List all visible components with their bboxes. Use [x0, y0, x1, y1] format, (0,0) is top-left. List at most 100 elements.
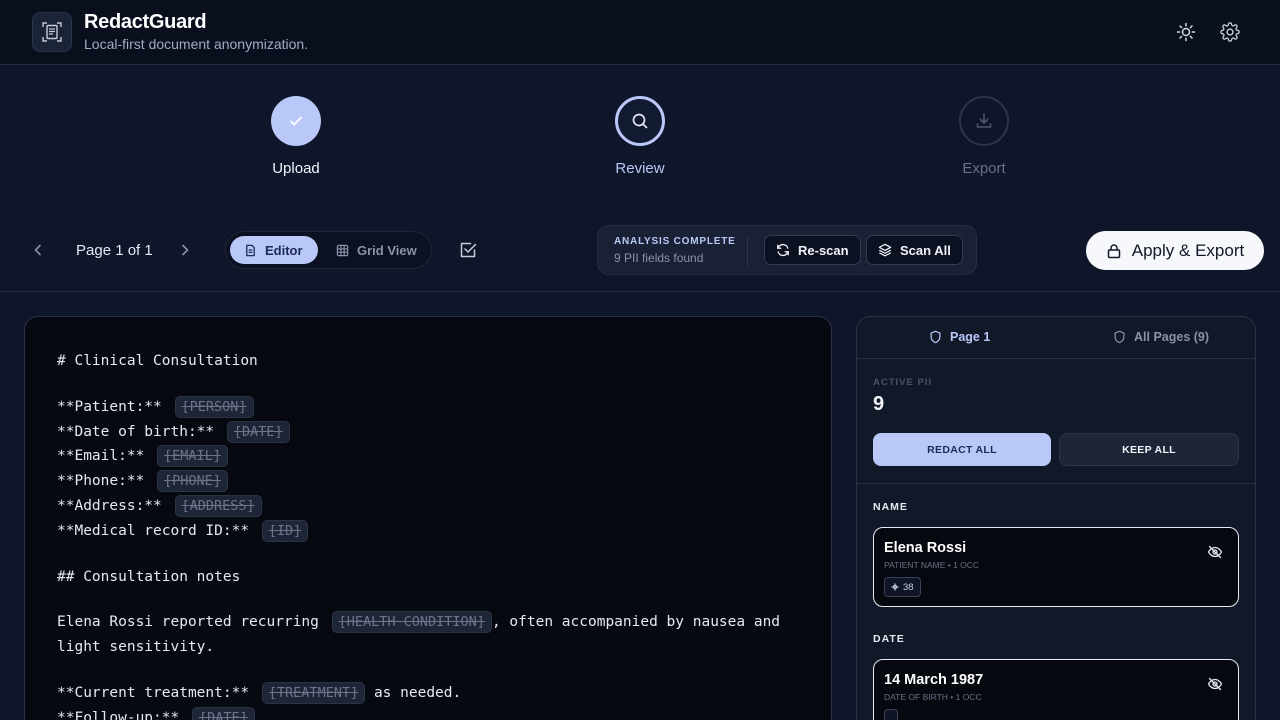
layers-icon [878, 243, 892, 257]
eye-off-icon [1207, 677, 1223, 691]
paragraph-text: Elena Rossi reported recurring [57, 614, 319, 631]
field-label: **Email:** [57, 448, 145, 465]
treatment-text: as needed. [373, 684, 462, 701]
redaction-tag[interactable]: [ID] [261, 519, 309, 542]
eye-off-icon [1207, 545, 1223, 559]
divider [747, 236, 748, 266]
field-line: **Patient:** [PERSON] [57, 395, 797, 420]
field-label: **Date of birth:** [57, 423, 215, 440]
notes-paragraph: Elena Rossi reported recurring [HEALTH C… [57, 610, 797, 660]
field-label: **Address:** [57, 497, 162, 514]
analysis-status-box: ANALYSIS COMPLETE 9 PII fields found Re-… [597, 225, 977, 275]
field-line: **Medical record ID:** [ID] [57, 519, 797, 544]
redaction-tag[interactable]: [ADDRESS] [174, 494, 262, 517]
active-pii-count: 9 [873, 393, 885, 415]
document-heading: # Clinical Consultation [57, 353, 258, 369]
badge-value: 38 [903, 581, 914, 593]
field-line: **Date of birth:** [DATE] [57, 420, 797, 445]
download-icon [976, 113, 992, 128]
editor-view-button[interactable]: Editor [230, 236, 318, 264]
step-label: Upload [272, 160, 320, 177]
field-label: **Phone:** [57, 473, 145, 490]
chevron-right-icon [182, 244, 189, 256]
keep-all-button[interactable]: KEEP ALL [1059, 433, 1239, 466]
step-review[interactable]: Review [580, 96, 700, 177]
shield-icon [930, 330, 941, 344]
entity-card[interactable]: 14 March 1987 DATE OF BIRTH • 1 OCC [873, 659, 1239, 720]
redaction-tag[interactable]: [DATE] [191, 706, 255, 720]
apply-export-button[interactable]: Apply & Export [1086, 231, 1264, 270]
redaction-tag[interactable]: [DATE] [226, 420, 290, 443]
field-line: **Phone:** [PHONE] [57, 469, 797, 494]
step-upload[interactable]: Upload [236, 96, 356, 177]
check-icon [290, 116, 302, 126]
next-page-button[interactable] [175, 240, 195, 260]
theme-toggle-button[interactable] [1174, 20, 1198, 44]
entity-location-badge[interactable] [884, 709, 898, 720]
tab-all-pages[interactable]: All Pages (9) [1113, 330, 1209, 344]
scan-all-button[interactable]: Scan All [866, 235, 963, 265]
entity-meta: DATE OF BIRTH • 1 OCC [884, 692, 982, 702]
chevron-left-icon [34, 244, 41, 256]
active-pii-label: ACTIVE PII [873, 377, 933, 388]
redaction-tag[interactable]: [TREATMENT] [261, 681, 366, 704]
rescan-button[interactable]: Re-scan [764, 235, 861, 265]
editor-content[interactable]: # Clinical Consultation **Patient:** [PE… [57, 349, 797, 720]
document-icon [42, 22, 62, 42]
hide-entity-button[interactable] [1207, 544, 1223, 560]
step-label: Export [962, 160, 1006, 177]
entity-meta: PATIENT NAME • 1 OCC [884, 560, 980, 570]
app-subtitle: Local-first document anonymization. [84, 36, 309, 52]
redaction-tag[interactable]: [PHONE] [157, 470, 228, 493]
check-square-icon [460, 242, 477, 258]
step-circle [271, 96, 321, 146]
pii-panel: Page 1 All Pages (9) ACTIVE PII 9 REDACT… [856, 316, 1256, 720]
redact-all-button[interactable]: REDACT ALL [873, 433, 1051, 466]
field-line: **Email:** [EMAIL] [57, 444, 797, 469]
document-editor[interactable]: # Clinical Consultation **Patient:** [PE… [24, 316, 832, 720]
grid-view-label: Grid View [357, 242, 417, 258]
file-text-icon [246, 244, 255, 256]
lock-icon [1107, 243, 1121, 258]
followup-line: **Follow-up:** [DATE] [57, 706, 797, 720]
analysis-status: ANALYSIS COMPLETE [614, 236, 736, 247]
field-label: **Current treatment:** [57, 684, 250, 701]
field-line: **Address:** [ADDRESS] [57, 494, 797, 519]
app-title: RedactGuard [84, 11, 207, 33]
field-label: **Follow-up:** [57, 709, 180, 720]
rescan-label: Re-scan [798, 242, 849, 258]
field-label: **Patient:** [57, 398, 162, 415]
settings-button[interactable] [1218, 20, 1242, 44]
field-label: **Medical record ID:** [57, 522, 250, 539]
app-logo [32, 12, 72, 52]
hide-entity-button[interactable] [1207, 676, 1223, 692]
select-all-checkbox-button[interactable] [457, 239, 479, 261]
entity-name: Elena Rossi [884, 540, 967, 556]
gear-icon [1220, 22, 1240, 42]
shield-icon [1114, 330, 1125, 344]
grid-view-button[interactable]: Grid View [322, 236, 431, 264]
tab-page-1[interactable]: Page 1 [929, 330, 990, 344]
panel-tabs: Page 1 All Pages (9) [857, 317, 1255, 359]
group-title-date: DATE [873, 633, 905, 645]
scan-all-label: Scan All [900, 242, 951, 258]
search-icon [632, 113, 648, 129]
redaction-tag[interactable]: [EMAIL] [157, 445, 228, 468]
step-export[interactable]: Export [924, 96, 1044, 177]
redaction-tag[interactable]: [PERSON] [174, 395, 254, 418]
step-circle [615, 96, 665, 146]
editor-view-label: Editor [265, 242, 303, 258]
view-toggle: Editor Grid View [225, 231, 432, 269]
apply-export-label: Apply & Export [1131, 240, 1245, 260]
entity-name: 14 March 1987 [884, 672, 984, 688]
divider [857, 483, 1255, 484]
entity-card[interactable]: Elena Rossi PATIENT NAME • 1 OCC 38 [873, 527, 1239, 607]
entity-location-badge[interactable]: 38 [884, 577, 921, 597]
pii-count-text: 9 PII fields found [614, 251, 704, 265]
notes-heading: ## Consultation notes [57, 568, 241, 585]
crosshair-icon [891, 583, 899, 591]
previous-page-button[interactable] [28, 240, 48, 260]
app-header: RedactGuard Local-first document anonymi… [0, 0, 1280, 65]
page-indicator: Page 1 of 1 [76, 242, 153, 259]
redaction-tag[interactable]: [HEALTH CONDITION] [331, 611, 492, 634]
